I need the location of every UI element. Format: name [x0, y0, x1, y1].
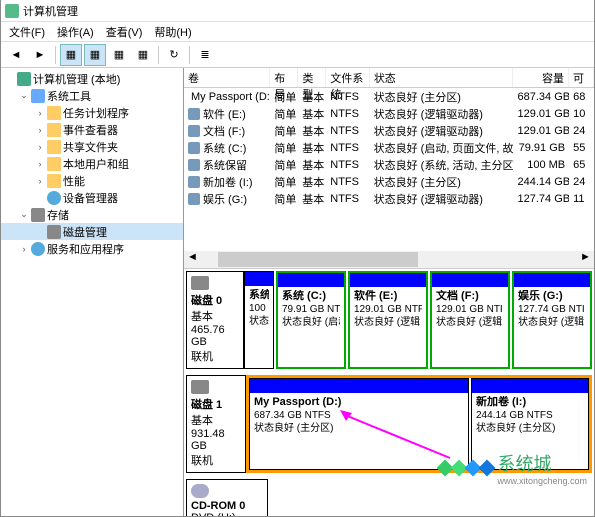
- tree-systools[interactable]: ⌄系统工具: [1, 87, 183, 104]
- disk1-label[interactable]: 磁盘 1 基本 931.48 GB 联机: [186, 375, 246, 473]
- disk-icon: [191, 380, 209, 394]
- help-button[interactable]: ≣: [194, 44, 216, 66]
- col-free[interactable]: 可: [569, 68, 594, 87]
- scroll-left-arrow[interactable]: ◄: [184, 251, 201, 268]
- partition[interactable]: 文档 (F:)129.01 GB NTI状态良好 (逻辑: [430, 271, 510, 369]
- col-volume[interactable]: 卷: [184, 68, 270, 87]
- title-bar: 计算机管理: [1, 0, 594, 22]
- horizontal-scrollbar[interactable]: ◄ ►: [184, 251, 594, 268]
- partition[interactable]: 软件 (E:)129.01 GB NTF状态良好 (逻辑: [348, 271, 428, 369]
- cdrom-label[interactable]: CD-ROM 0 DVD (H:): [186, 479, 268, 516]
- scroll-thumb[interactable]: [218, 252, 418, 267]
- tree-localusers[interactable]: ›本地用户和组: [1, 155, 183, 172]
- col-layout[interactable]: 布局: [270, 68, 298, 87]
- menu-view[interactable]: 查看(V): [102, 24, 147, 40]
- menu-help[interactable]: 帮助(H): [150, 24, 195, 40]
- watermark: 系统城 www.xitongcheng.com: [439, 450, 587, 486]
- partition[interactable]: 娱乐 (G:)127.74 GB NTI状态良好 (逻辑: [512, 271, 592, 369]
- volume-row[interactable]: 娱乐 (G:)简单基本NTFS状态良好 (逻辑驱动器)127.74 GB11: [184, 190, 594, 207]
- toolbar: ◄ ► ▦ ▦ ▦ ▦ ↻ ≣: [1, 42, 594, 68]
- tree-storage[interactable]: ⌄存储: [1, 206, 183, 223]
- view-button-4[interactable]: ▦: [132, 44, 154, 66]
- disk0-label[interactable]: 磁盘 0 基本 465.76 GB 联机: [186, 271, 244, 369]
- partition[interactable]: My Passport (D:)687.34 GB NTFS状态良好 (主分区): [249, 378, 469, 470]
- col-status[interactable]: 状态: [370, 68, 514, 87]
- refresh-button[interactable]: ↻: [163, 44, 185, 66]
- forward-button[interactable]: ►: [29, 44, 51, 66]
- col-fs[interactable]: 文件系统: [326, 68, 369, 87]
- window-title: 计算机管理: [23, 3, 78, 19]
- col-type[interactable]: 类型: [298, 68, 326, 87]
- col-capacity[interactable]: 容量: [513, 68, 569, 87]
- back-button[interactable]: ◄: [5, 44, 27, 66]
- disk-icon: [191, 276, 209, 290]
- tree-sharedfolders[interactable]: ›共享文件夹: [1, 138, 183, 155]
- volume-row[interactable]: 新加卷 (I:)简单基本NTFS状态良好 (主分区)244.14 GB24: [184, 173, 594, 190]
- volume-list-header: 卷 布局 类型 文件系统 状态 容量 可: [184, 68, 594, 88]
- menu-bar: 文件(F) 操作(A) 查看(V) 帮助(H): [1, 22, 594, 42]
- partition[interactable]: 系统100状态: [244, 271, 274, 369]
- volume-row[interactable]: 系统保留简单基本NTFS状态良好 (系统, 活动, 主分区)100 MB65: [184, 156, 594, 173]
- volume-row[interactable]: 系统 (C:)简单基本NTFS状态良好 (启动, 页面文件, 故障转储, 主分区…: [184, 139, 594, 156]
- tree-scheduler[interactable]: ›任务计划程序: [1, 104, 183, 121]
- volume-row[interactable]: 软件 (E:)简单基本NTFS状态良好 (逻辑驱动器)129.01 GB10: [184, 105, 594, 122]
- view-button-3[interactable]: ▦: [108, 44, 130, 66]
- app-icon: [5, 4, 19, 18]
- tree-root[interactable]: 计算机管理 (本地): [1, 70, 183, 87]
- menu-action[interactable]: 操作(A): [53, 24, 98, 40]
- tree-devmgr[interactable]: 设备管理器: [1, 189, 183, 206]
- nav-tree[interactable]: 计算机管理 (本地) ⌄系统工具 ›任务计划程序 ›事件查看器 ›共享文件夹 ›…: [1, 68, 184, 516]
- tree-performance[interactable]: ›性能: [1, 172, 183, 189]
- volume-row[interactable]: My Passport (D:)简单基本NTFS状态良好 (主分区)687.34…: [184, 88, 594, 105]
- partition[interactable]: 系统 (C:)79.91 GB NTF状态良好 (启动: [276, 271, 346, 369]
- scroll-right-arrow[interactable]: ►: [577, 251, 594, 268]
- view-button-1[interactable]: ▦: [60, 44, 82, 66]
- cdrom-icon: [191, 484, 209, 498]
- tree-eventviewer[interactable]: ›事件查看器: [1, 121, 183, 138]
- tree-services[interactable]: ›服务和应用程序: [1, 240, 183, 257]
- tree-diskmgmt[interactable]: 磁盘管理: [1, 223, 183, 240]
- menu-file[interactable]: 文件(F): [5, 24, 49, 40]
- volume-list: My Passport (D:)简单基本NTFS状态良好 (主分区)687.34…: [184, 88, 594, 207]
- view-button-2[interactable]: ▦: [84, 44, 106, 66]
- volume-row[interactable]: 文档 (F:)简单基本NTFS状态良好 (逻辑驱动器)129.01 GB24: [184, 122, 594, 139]
